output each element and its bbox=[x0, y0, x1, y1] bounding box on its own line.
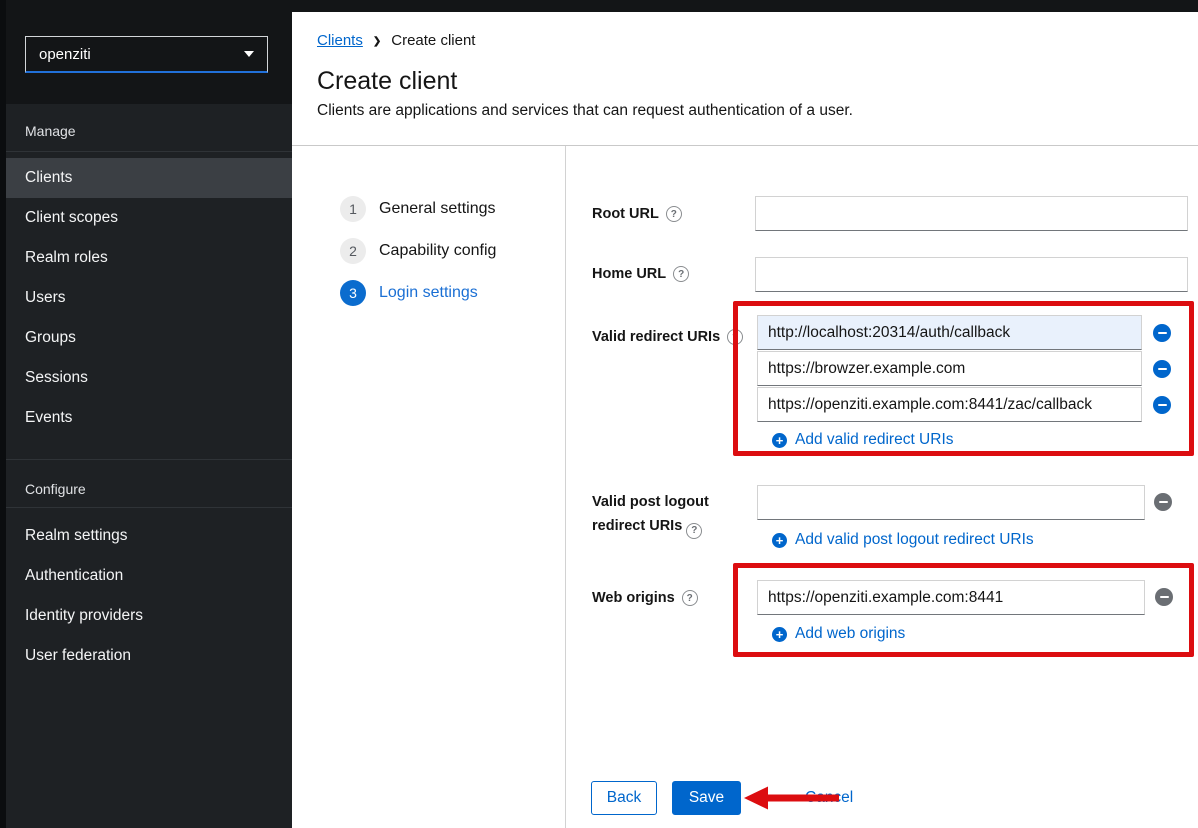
wizard-step-capability-config[interactable]: 2 Capability config bbox=[340, 238, 496, 264]
help-icon[interactable]: ? bbox=[682, 590, 698, 606]
home-url-label: Home URL ? bbox=[592, 266, 689, 282]
redirect-uri-input-2[interactable] bbox=[757, 351, 1142, 386]
web-origins-input[interactable] bbox=[757, 580, 1145, 615]
add-redirect-uri-link[interactable]: + Add valid redirect URIs bbox=[772, 431, 954, 449]
plus-circle-icon: + bbox=[772, 433, 787, 448]
cancel-link[interactable]: Cancel bbox=[805, 789, 853, 807]
realm-selector-value: openziti bbox=[39, 46, 91, 63]
minus-icon bbox=[1158, 404, 1167, 407]
nav-group-configure: Realm settings Authentication Identity p… bbox=[0, 516, 292, 676]
page-title: Create client bbox=[317, 67, 457, 96]
sidebar-item-clients[interactable]: Clients bbox=[0, 158, 292, 198]
sidebar-item-sessions[interactable]: Sessions bbox=[0, 358, 292, 398]
minus-icon bbox=[1158, 332, 1167, 335]
minus-icon bbox=[1158, 368, 1167, 371]
realm-selector[interactable]: openziti bbox=[25, 36, 268, 73]
plus-circle-icon: + bbox=[772, 533, 787, 548]
root-url-input[interactable] bbox=[755, 196, 1188, 231]
remove-redirect-uri-button-2[interactable] bbox=[1153, 360, 1171, 378]
valid-redirect-uris-label: Valid redirect URIs ? bbox=[592, 329, 743, 345]
sidebar-item-identity-providers[interactable]: Identity providers bbox=[0, 596, 292, 636]
sidebar-item-users[interactable]: Users bbox=[0, 278, 292, 318]
nav-divider bbox=[0, 151, 292, 152]
keycloak-create-client-page: openziti Manage Clients Client scopes Re… bbox=[0, 0, 1198, 828]
home-url-input[interactable] bbox=[755, 257, 1188, 292]
remove-post-logout-uri-button[interactable] bbox=[1154, 493, 1172, 511]
sidebar-item-user-federation[interactable]: User federation bbox=[0, 636, 292, 676]
plus-circle-icon: + bbox=[772, 627, 787, 642]
nav-section-manage-label: Manage bbox=[25, 123, 76, 139]
sidebar-item-realm-roles[interactable]: Realm roles bbox=[0, 238, 292, 278]
sidebar-item-groups[interactable]: Groups bbox=[0, 318, 292, 358]
nav-section-configure-label: Configure bbox=[25, 481, 86, 497]
remove-redirect-uri-button-3[interactable] bbox=[1153, 396, 1171, 414]
breadcrumb-separator-icon: ❯ bbox=[373, 34, 381, 47]
add-post-logout-uri-link[interactable]: + Add valid post logout redirect URIs bbox=[772, 531, 1034, 549]
root-url-label: Root URL ? bbox=[592, 206, 682, 222]
back-button[interactable]: Back bbox=[591, 781, 657, 815]
nav-divider bbox=[0, 459, 292, 460]
remove-web-origin-button[interactable] bbox=[1155, 588, 1173, 606]
caret-down-icon bbox=[244, 51, 254, 57]
help-icon[interactable]: ? bbox=[686, 523, 702, 539]
redirect-uri-input-3[interactable] bbox=[757, 387, 1142, 422]
breadcrumb-current: Create client bbox=[391, 32, 475, 49]
sidebar-scrollbar-track[interactable] bbox=[0, 0, 6, 828]
post-logout-uri-input[interactable] bbox=[757, 485, 1145, 520]
help-icon[interactable]: ? bbox=[727, 329, 743, 345]
nav-divider bbox=[0, 507, 292, 508]
step-number-badge: 2 bbox=[340, 238, 366, 264]
sidebar-item-events[interactable]: Events bbox=[0, 398, 292, 438]
web-origins-label: Web origins ? bbox=[592, 590, 698, 606]
minus-icon bbox=[1159, 501, 1168, 504]
save-button[interactable]: Save bbox=[672, 781, 741, 815]
redirect-uri-input-1[interactable] bbox=[757, 315, 1142, 350]
step-number-badge: 3 bbox=[340, 280, 366, 306]
header-divider bbox=[292, 145, 1198, 146]
remove-redirect-uri-button-1[interactable] bbox=[1153, 324, 1171, 342]
wizard-step-general-settings[interactable]: 1 General settings bbox=[340, 196, 496, 222]
sidebar-item-client-scopes[interactable]: Client scopes bbox=[0, 198, 292, 238]
breadcrumb: Clients ❯ Create client bbox=[317, 32, 475, 49]
post-logout-uris-label: Valid post logout redirect URIs? bbox=[592, 490, 750, 539]
sidebar-item-authentication[interactable]: Authentication bbox=[0, 556, 292, 596]
minus-icon bbox=[1160, 596, 1169, 599]
wizard-steps-divider bbox=[565, 146, 566, 828]
sidebar-item-realm-settings[interactable]: Realm settings bbox=[0, 516, 292, 556]
help-icon[interactable]: ? bbox=[673, 266, 689, 282]
step-number-badge: 1 bbox=[340, 196, 366, 222]
page-subtitle: Clients are applications and services th… bbox=[317, 102, 853, 120]
breadcrumb-clients-link[interactable]: Clients bbox=[317, 32, 363, 49]
nav-group-manage: Clients Client scopes Realm roles Users … bbox=[0, 158, 292, 438]
help-icon[interactable]: ? bbox=[666, 206, 682, 222]
wizard-step-login-settings[interactable]: 3 Login settings bbox=[340, 280, 478, 306]
add-web-origin-link[interactable]: + Add web origins bbox=[772, 625, 905, 643]
sidebar: openziti Manage Clients Client scopes Re… bbox=[0, 0, 292, 828]
